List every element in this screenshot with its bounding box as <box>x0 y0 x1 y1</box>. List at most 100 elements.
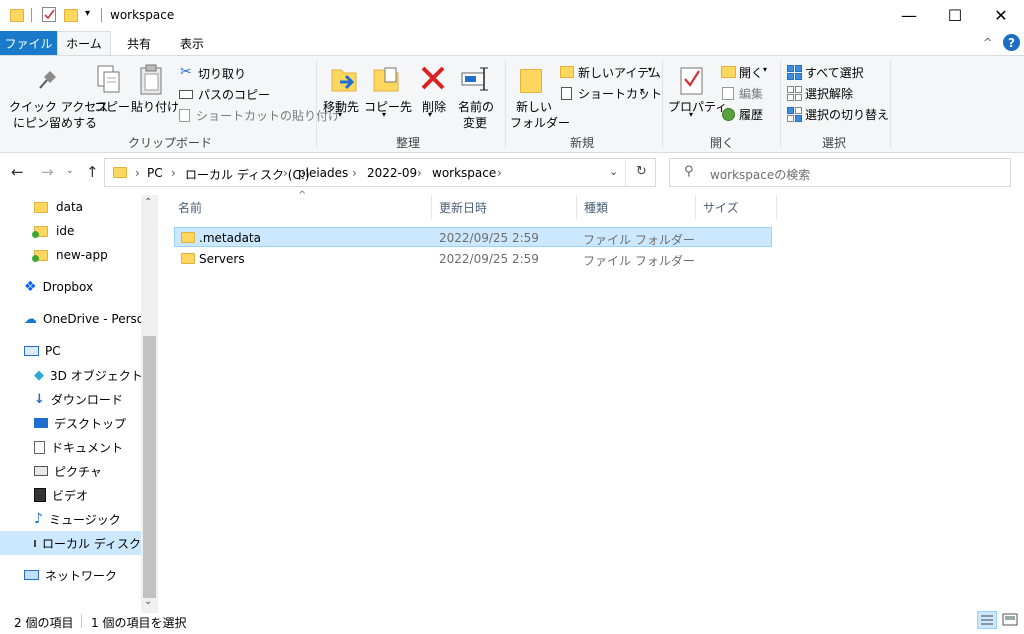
group-divider <box>505 60 506 148</box>
open-label: 開く <box>739 66 764 80</box>
chevron-down-icon[interactable]: ▾ <box>85 8 90 19</box>
search-box[interactable]: ⚲ workspaceの検索 <box>669 158 1011 187</box>
navigation-pane: data ide new-app ❖ Dropbox ☁ OneDrive - … <box>0 195 141 613</box>
edit-label: 編集 <box>739 87 764 101</box>
nav-label: ドキュメント <box>51 440 124 455</box>
shortcut-paste-icon <box>179 109 190 122</box>
tab-file[interactable]: ファイル <box>0 31 57 55</box>
column-header-name[interactable]: 名前 <box>178 199 202 216</box>
history-button[interactable]: 履歴 <box>719 105 779 125</box>
breadcrumb-pc[interactable]: PC <box>147 166 163 180</box>
breadcrumb-local-disk[interactable]: ローカル ディスク (C:) <box>185 166 310 183</box>
cut-button[interactable]: ✂ 切り取り <box>178 64 308 84</box>
tab-view[interactable]: 表示 <box>166 31 218 55</box>
nav-label: ダウンロード <box>50 392 123 407</box>
recent-locations-icon[interactable]: ⌄ <box>66 166 74 176</box>
column-divider[interactable] <box>576 195 577 219</box>
collapse-ribbon-icon[interactable]: ^ <box>983 36 992 49</box>
group-divider <box>662 60 663 148</box>
nav-item-pictures[interactable]: ピクチャ <box>0 459 141 483</box>
column-divider[interactable] <box>695 195 696 219</box>
breadcrumb-2022-09[interactable]: 2022-09 <box>367 166 417 180</box>
column-header-modified[interactable]: 更新日時 <box>439 199 487 216</box>
scroll-up-icon[interactable]: ⌃ <box>144 197 152 208</box>
nav-item-downloads[interactable]: ↓ ダウンロード <box>0 387 141 411</box>
paste-label: 貼り付け <box>131 100 180 114</box>
nav-label: ビデオ <box>52 488 89 503</box>
breadcrumb-separator: › <box>352 166 357 180</box>
nav-item-new-app[interactable]: new-app <box>0 243 141 267</box>
drive-icon <box>34 539 36 547</box>
search-input[interactable]: workspaceの検索 <box>710 166 810 183</box>
folder-icon <box>181 232 195 243</box>
nav-label: ローカル ディスク (C <box>42 536 141 551</box>
shortcut-label: ショートカット <box>578 87 663 101</box>
window-title: workspace <box>110 8 175 22</box>
close-button[interactable]: ✕ <box>978 0 1024 31</box>
nav-item-desktop[interactable]: デスクトップ <box>0 411 141 435</box>
edit-button: 編集 <box>719 84 779 104</box>
breadcrumb-pleiades[interactable]: pleiades <box>298 166 348 180</box>
select-all-button[interactable]: すべて選択 <box>785 63 885 83</box>
file-row[interactable]: Servers 2022/09/25 2:59 ファイル フォルダー <box>174 248 772 268</box>
column-header-type[interactable]: 種類 <box>584 199 608 216</box>
nav-label: デスクトップ <box>54 416 127 431</box>
nav-item-local-disk[interactable]: ローカル ディスク (C <box>0 531 141 555</box>
address-bar[interactable]: › PC › ローカル ディスク (C:) › pleiades › 2022-… <box>104 158 656 187</box>
copy-path-button[interactable]: パスのコピー <box>178 85 308 105</box>
cut-label: 切り取り <box>198 67 247 81</box>
nav-item-videos[interactable]: ビデオ <box>0 483 141 507</box>
up-button[interactable]: ↑ <box>86 163 99 181</box>
large-icons-view-button[interactable] <box>1000 611 1020 629</box>
details-view-button[interactable] <box>977 611 997 629</box>
nav-item-3d-objects[interactable]: ◆ 3D オブジェクト <box>0 363 141 387</box>
nav-item-dropbox[interactable]: ❖ Dropbox <box>0 275 141 299</box>
tab-share[interactable]: 共有 <box>114 31 164 55</box>
nav-item-onedrive[interactable]: ☁ OneDrive - Person <box>0 307 141 331</box>
new-folder-label-2: フォルダー <box>510 116 571 130</box>
new-folder-quick-icon[interactable] <box>64 9 78 22</box>
column-header-size[interactable]: サイズ <box>703 199 739 216</box>
cube-icon: ◆ <box>34 367 44 383</box>
nav-label: ネットワーク <box>45 568 118 583</box>
folder-icon <box>10 9 24 22</box>
minimize-button[interactable]: — <box>886 0 932 31</box>
address-dropdown-icon[interactable]: ⌄ <box>609 165 618 178</box>
nav-item-pc[interactable]: PC <box>0 339 141 363</box>
nav-item-network[interactable]: ネットワーク <box>0 563 141 587</box>
nav-item-documents[interactable]: ドキュメント <box>0 435 141 459</box>
refresh-icon[interactable]: ↻ <box>636 164 647 179</box>
scroll-down-icon[interactable]: ⌄ <box>144 596 152 607</box>
select-none-icon <box>787 86 802 104</box>
delete-label: 削除 <box>422 100 447 114</box>
nav-item-data[interactable]: data <box>0 195 141 219</box>
invert-selection-label: 選択の切り替え <box>805 108 890 122</box>
picture-icon <box>34 466 48 476</box>
back-button[interactable]: ← <box>11 163 24 181</box>
group-label-open: 開く <box>710 136 735 150</box>
forward-button[interactable]: → <box>41 163 54 181</box>
column-divider[interactable] <box>776 195 777 219</box>
open-button[interactable]: 開く ▾ <box>719 63 779 83</box>
nav-item-music[interactable]: ♪ ミュージック <box>0 507 141 531</box>
nav-item-ide[interactable]: ide <box>0 219 141 243</box>
invert-selection-button[interactable]: 選択の切り替え <box>785 105 889 125</box>
edit-icon <box>722 87 734 100</box>
select-none-button[interactable]: 選択解除 <box>785 84 885 104</box>
nav-scrollbar-thumb[interactable] <box>143 336 156 598</box>
video-icon <box>34 488 46 502</box>
column-divider[interactable] <box>431 195 432 219</box>
file-type: ファイル フォルダー <box>583 233 695 247</box>
maximize-button[interactable]: ☐ <box>932 0 978 31</box>
new-item-button[interactable]: 新しいアイテム ▾ <box>558 63 661 83</box>
copy-label: コピー <box>94 100 131 114</box>
group-divider <box>890 60 891 148</box>
properties-quick-icon[interactable] <box>42 7 56 22</box>
tab-home[interactable]: ホーム <box>57 31 111 55</box>
easy-access-button[interactable]: ショートカット ▾ <box>558 84 662 104</box>
chevron-down-icon: ▾ <box>648 65 653 74</box>
ribbon-tabs: ファイル ホーム 共有 表示 ^ ? <box>0 31 1024 55</box>
help-icon[interactable]: ? <box>1003 34 1020 51</box>
file-row[interactable]: .metadata 2022/09/25 2:59 ファイル フォルダー <box>174 227 772 247</box>
breadcrumb-workspace[interactable]: workspace <box>432 166 496 180</box>
